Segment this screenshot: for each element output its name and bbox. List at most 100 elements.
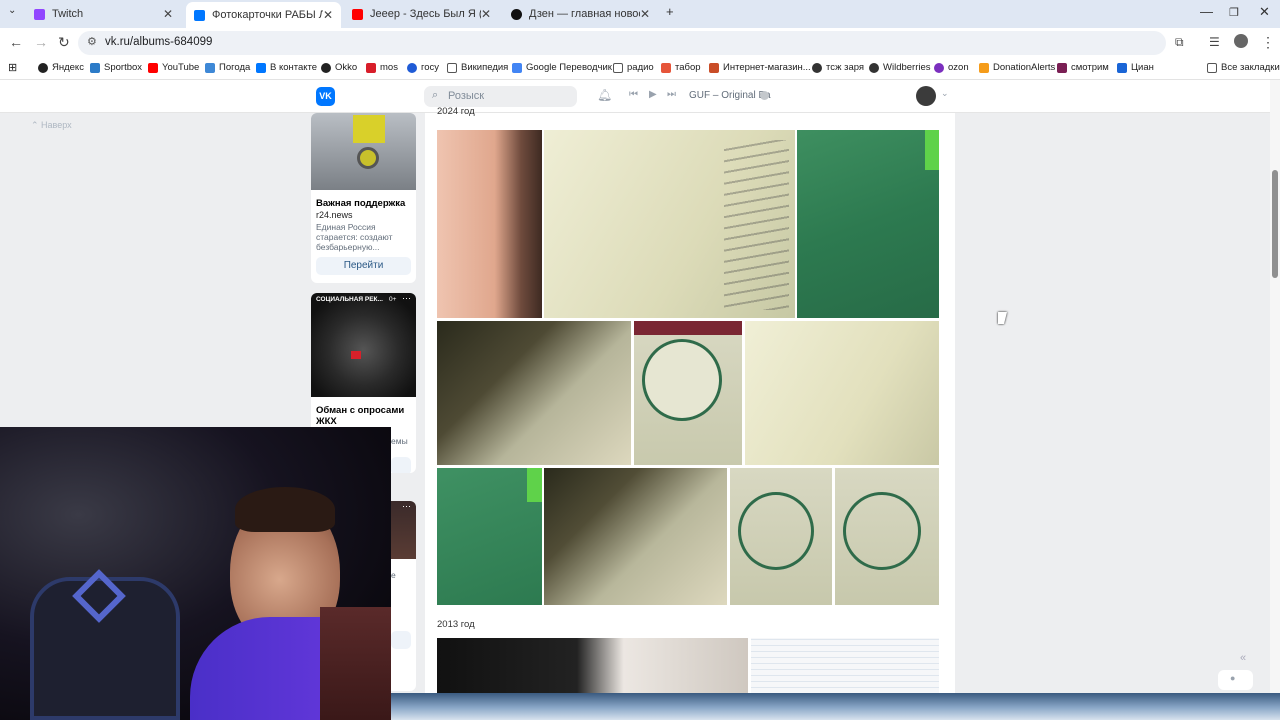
bookmark-smotrim[interactable]: смотрим [1057,62,1109,73]
album-photo[interactable] [544,468,727,605]
bookmark-mos[interactable]: mos [366,62,398,73]
bookmark-internet-magazin[interactable]: Интернет-магазин... [709,62,811,73]
bookmark-youtube[interactable]: YouTube [148,62,199,73]
search-icon: ⌕ [432,89,439,101]
bookmark-tszh-zarya[interactable]: тсж заря [812,62,864,73]
mouse-cursor-icon [998,312,1007,324]
close-icon[interactable]: ✕ [323,8,333,22]
player-track-title[interactable]: GUF – Original Ба [689,90,771,101]
accessibility-icon [353,115,385,143]
play-icon[interactable]: ▶ [649,89,657,100]
close-icon[interactable]: ✕ [163,7,173,21]
scroll-thumb[interactable] [1272,170,1278,278]
next-track-icon[interactable]: ⏭ [667,89,676,100]
scroll-to-top[interactable]: ⌃ Наверх [31,120,72,131]
profile-avatar[interactable] [1234,34,1248,48]
extensions-icon[interactable]: ⧉ [1175,35,1184,50]
bookmark-wildberries[interactable]: Wildberries [869,62,931,73]
close-icon[interactable]: ✕ [640,7,650,21]
site-info-icon[interactable]: ⚙ [87,35,97,48]
menu-icon[interactable]: ⋮ [1261,34,1275,51]
album-photo[interactable] [437,468,542,605]
desktop-wallpaper-strip [391,693,1280,720]
year-heading-2024: 2024 год [437,106,475,117]
apps-icon[interactable]: ⊞ [8,61,17,74]
tab-title: Дзен — главная новостная ин [529,8,640,20]
bookmark-gosu[interactable]: госу [407,62,439,73]
bookmark-pogoda[interactable]: Погода [205,62,250,73]
new-tab-button[interactable]: + [666,4,674,19]
album-photo[interactable] [751,638,939,693]
bookmark-yandex[interactable]: Яндекс [38,62,84,73]
bookmark-google-translate[interactable]: Google Переводчик [512,62,612,73]
album-photo[interactable] [437,638,748,693]
bookmark-wikipedia[interactable]: Википедия [447,62,508,73]
ad-card-r24[interactable]: Важная поддержка r24.news Единая Россия … [311,113,416,283]
vk-header: VK ⌕ Розыск 🔔︎ ⏮ ▶ ⏭ GUF – Original Ба ⌄ [0,80,1270,113]
reload-icon[interactable]: ↻ [58,34,70,51]
messages-button[interactable]: ● [1218,670,1253,690]
ad-domain: r24.news [316,210,353,220]
album-photo[interactable] [730,468,832,605]
ad-title: Обман с опросами ЖКХ [316,405,405,427]
year-heading-2013: 2013 год [437,619,475,630]
chat-icon: ● [1230,673,1236,683]
tab-title: Фотокарточки РАБЫ ЛАМПЫ [212,9,323,21]
ad-go-button[interactable]: Перейти [316,257,411,275]
restore-button[interactable]: ❐ [1229,6,1239,19]
album-photo[interactable] [437,130,542,318]
bookmark-okko[interactable]: Okko [321,62,357,73]
tab-twitch[interactable]: Twitch ✕ [26,3,181,25]
ad-text: Единая Россия старается: создают безбарь… [316,222,393,252]
all-bookmarks[interactable]: Все закладки [1207,62,1280,73]
ad-badge: СОЦИАЛЬНАЯ РЕК... [316,296,383,303]
vk-logo[interactable]: VK [316,87,335,106]
album-photo[interactable] [634,321,742,465]
bookmark-ozon[interactable]: ozon [934,62,969,73]
window-close-button[interactable]: ✕ [1259,4,1270,20]
youtube-icon [352,8,363,20]
vk-search-input[interactable]: ⌕ Розыск [424,86,577,107]
bookmarks-bar: ⊞ Яндекс Sportbox YouTube Погода В конта… [0,58,1280,80]
address-bar[interactable]: ⚙ vk.ru/albums-684099 [78,31,1166,55]
more-icon[interactable]: ⋯ [402,501,411,512]
minimize-button[interactable]: — [1200,4,1213,19]
tab-dzen[interactable]: Дзен — главная новостная ин ✕ [503,3,658,25]
close-icon[interactable]: ✕ [481,7,491,21]
bookmark-radio[interactable]: радио [613,62,654,73]
bookmark-vk[interactable]: В контакте [256,62,317,73]
album-photo[interactable] [745,321,939,465]
ad-go-button[interactable] [391,457,411,473]
tab-youtube[interactable]: Jeeep - Здесь Был Я (2004) ✕ [344,3,499,25]
chevron-down-icon[interactable]: ⌄ [941,88,949,99]
tab-title: Jeeep - Здесь Был Я (2004) [370,8,481,20]
bell-icon[interactable]: 🔔︎ [597,88,612,102]
bookmark-donationalerts[interactable]: DonationAlerts [979,62,1055,73]
previous-track-icon[interactable]: ⏮ [629,89,638,100]
back-icon[interactable]: ← [9,34,23,50]
forward-icon[interactable]: → [34,34,48,50]
more-icon[interactable]: ⋯ [402,293,411,304]
user-avatar[interactable] [916,86,936,106]
tab-search-button[interactable]: ⌄ [8,5,16,16]
tab-vk-photos[interactable]: Фотокарточки РАБЫ ЛАМПЫ ✕ [186,2,341,28]
search-placeholder: Розыск [448,90,485,102]
vk-icon [194,9,205,21]
bookmark-sportbox[interactable]: Sportbox [90,62,142,73]
webcam-overlay [0,427,391,720]
bookmark-cian[interactable]: Циан [1117,62,1154,73]
media-control-icon[interactable]: ☰ [1209,35,1220,49]
url-text: vk.ru/albums-684099 [105,36,213,48]
ad-go-button[interactable] [391,631,411,649]
tab-strip: ⌄ Twitch ✕ Фотокарточки РАБЫ ЛАМПЫ ✕ Jee… [0,0,1280,28]
tab-title: Twitch [52,8,84,20]
album-photo[interactable] [835,468,939,605]
info-icon[interactable] [760,91,769,100]
album-photo[interactable] [544,130,795,318]
page-scrollbar[interactable] [1270,80,1280,693]
chevron-up-icon: ⌃ [31,120,42,130]
bookmark-tabor[interactable]: табор [661,62,701,73]
album-photo[interactable] [797,130,939,318]
collapse-chevron-icon[interactable]: « [1240,652,1246,664]
album-photo[interactable] [437,321,631,465]
